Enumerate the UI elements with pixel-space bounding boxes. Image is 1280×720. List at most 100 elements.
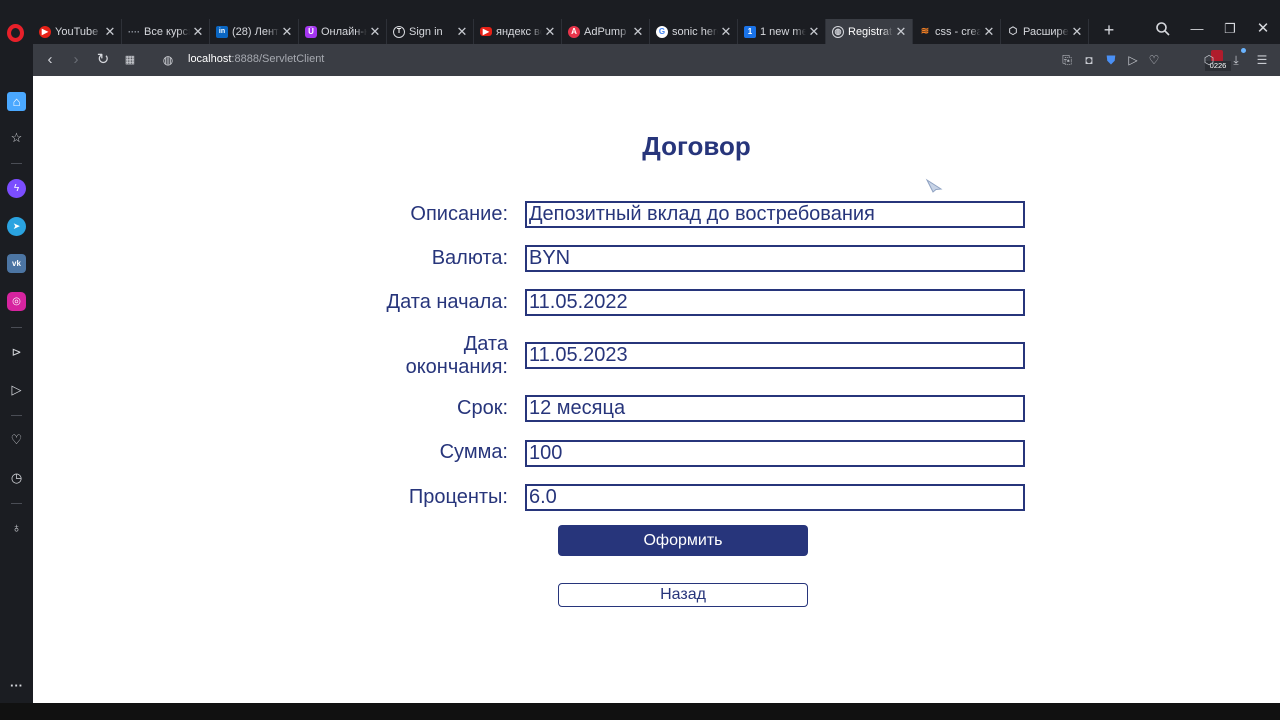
close-icon[interactable]: ✕	[893, 24, 909, 40]
messenger-icon[interactable]: ϟ	[7, 179, 26, 198]
start-date-field[interactable]	[525, 289, 1025, 316]
page-content: Договор Описание: Валюта: Дата начала: Д…	[33, 76, 1280, 703]
url-path: :8888/ServletClient	[231, 53, 325, 65]
cube-icon: ⬡	[1008, 26, 1018, 37]
tab-title: Sign in	[409, 25, 443, 38]
linkedin-icon: in	[216, 25, 228, 38]
label-term: Срок:	[457, 397, 508, 419]
label-start-date: Дата начала:	[386, 291, 508, 313]
close-icon[interactable]: ✕	[102, 24, 118, 40]
submit-button[interactable]: Оформить	[558, 525, 808, 556]
youtube-icon: ▶	[480, 27, 492, 36]
divider	[11, 415, 22, 416]
lightbulb-icon[interactable]: ♁	[7, 518, 26, 537]
tab-title: Расширен	[1023, 25, 1069, 38]
reload-icon[interactable]: ↻	[95, 52, 111, 68]
back-icon[interactable]: ‹	[42, 52, 58, 68]
close-icon[interactable]: ✕	[279, 24, 295, 40]
divider	[11, 163, 22, 164]
term-field[interactable]	[525, 395, 1025, 422]
close-icon[interactable]: ✕	[542, 24, 558, 40]
close-icon[interactable]: ✕	[981, 24, 997, 40]
tab-mail[interactable]: 1 1 new me ✕	[738, 19, 826, 44]
tab-title: YouTube	[55, 25, 99, 38]
close-window-icon[interactable]: ✕	[1253, 21, 1273, 37]
menu-icon[interactable]: ☰	[1254, 52, 1270, 68]
tab-youtube[interactable]: ▶ YouTube ✕	[33, 19, 122, 44]
player-icon[interactable]: ⊳	[7, 342, 26, 361]
tab-sign-in[interactable]: T Sign in ✕	[387, 19, 474, 44]
send-icon[interactable]: ▷	[7, 380, 26, 399]
heart-icon[interactable]: ♡	[1146, 52, 1162, 68]
close-icon[interactable]: ✕	[454, 24, 470, 40]
tab-registration[interactable]: ◍ Registratio ✕	[826, 19, 913, 44]
url-field[interactable]: localhost:8888/ServletClient	[188, 53, 324, 65]
home-icon[interactable]: ⌂	[7, 92, 26, 111]
minimize-icon[interactable]: —	[1187, 21, 1207, 37]
youtube-icon: ▶	[39, 25, 51, 38]
tab-adpump[interactable]: A AdPump ✕	[562, 19, 650, 44]
close-icon[interactable]: ✕	[190, 24, 206, 40]
globe-icon: ◍	[162, 53, 174, 67]
description-field[interactable]	[525, 201, 1025, 228]
end-date-field[interactable]	[525, 342, 1025, 369]
download-icon[interactable]: ⤓	[1228, 52, 1244, 68]
vk-icon[interactable]: vk	[7, 254, 26, 273]
tab-title: (28) Лента	[232, 25, 279, 38]
udemy-icon: Ü	[305, 25, 317, 38]
close-icon[interactable]: ✕	[806, 24, 822, 40]
tab-extensions[interactable]: ⬡ Расширен ✕	[1001, 19, 1089, 44]
page-title: Договор	[642, 131, 751, 161]
divider	[11, 503, 22, 504]
share-icon[interactable]: ⎘	[1059, 52, 1075, 68]
close-icon[interactable]: ✕	[367, 24, 383, 40]
tab-grid-icon[interactable]: ▦	[122, 52, 138, 68]
sidebar: ⌂ ☆ ϟ ➤ vk ◎ ⊳ ▷ ♡ ◷ ♁ ···	[0, 76, 33, 703]
restore-icon[interactable]: ❐	[1220, 21, 1240, 37]
telegram-icon[interactable]: ➤	[7, 217, 26, 236]
new-tab-button[interactable]: +	[1100, 20, 1118, 40]
sign-in-icon: T	[393, 25, 405, 38]
close-icon[interactable]: ✕	[718, 24, 734, 40]
cube-icon[interactable]: ⬡	[1201, 52, 1217, 68]
url-host: localhost	[188, 53, 232, 65]
history-icon[interactable]: ◷	[7, 468, 26, 487]
bottom-strip	[0, 703, 1280, 720]
camera-icon[interactable]: ◘	[1081, 52, 1097, 68]
close-icon[interactable]: ✕	[1069, 24, 1085, 40]
google-icon: G	[656, 25, 668, 38]
tab-yandex[interactable]: ▶ яндекс вс ✕	[474, 19, 562, 44]
search-icon[interactable]	[1155, 21, 1171, 37]
amount-field[interactable]	[525, 440, 1025, 467]
more-icon[interactable]: ···	[7, 676, 26, 695]
tab-title: Registratio	[848, 25, 893, 38]
mouse-cursor-icon	[925, 178, 943, 193]
globe-icon: ◍	[832, 25, 844, 38]
opera-logo-icon[interactable]	[7, 24, 24, 42]
heart-icon[interactable]: ♡	[7, 430, 26, 449]
star-icon[interactable]: ☆	[7, 128, 26, 147]
tab-online-courses[interactable]: Ü Онлайн-к ✕	[299, 19, 387, 44]
divider	[11, 327, 22, 328]
adpump-icon: A	[568, 25, 580, 38]
send-icon[interactable]: ▷	[1125, 52, 1141, 68]
tab-courses[interactable]: ···· Все курсы ✕	[122, 19, 210, 44]
tab-title: AdPump	[584, 25, 627, 38]
download-indicator	[1241, 48, 1246, 53]
tab-google[interactable]: G sonic hero ✕	[650, 19, 738, 44]
tab-linkedin[interactable]: in (28) Лента ✕	[210, 19, 299, 44]
back-button[interactable]: Назад	[558, 583, 808, 607]
tab-title: яндекс вс	[496, 25, 542, 38]
tab-bar: ▶ YouTube ✕ ···· Все курсы ✕ in (28) Лен…	[0, 0, 1280, 44]
label-end-date-line2: окончания:	[405, 356, 508, 378]
instagram-icon[interactable]: ◎	[7, 292, 26, 311]
stackoverflow-icon: ≋	[920, 26, 930, 37]
tab-stackoverflow[interactable]: ≋ css - creat ✕	[913, 19, 1001, 44]
label-description: Описание:	[410, 203, 508, 225]
close-icon[interactable]: ✕	[630, 24, 646, 40]
interest-field[interactable]	[525, 484, 1025, 511]
currency-field[interactable]	[525, 245, 1025, 272]
forward-icon[interactable]: ›	[68, 52, 84, 68]
adblock-shield-icon[interactable]: ⛊	[1103, 52, 1119, 68]
address-bar: ‹ › ↻ ▦ ◍ localhost:8888/ServletClient ⎘…	[33, 44, 1280, 76]
